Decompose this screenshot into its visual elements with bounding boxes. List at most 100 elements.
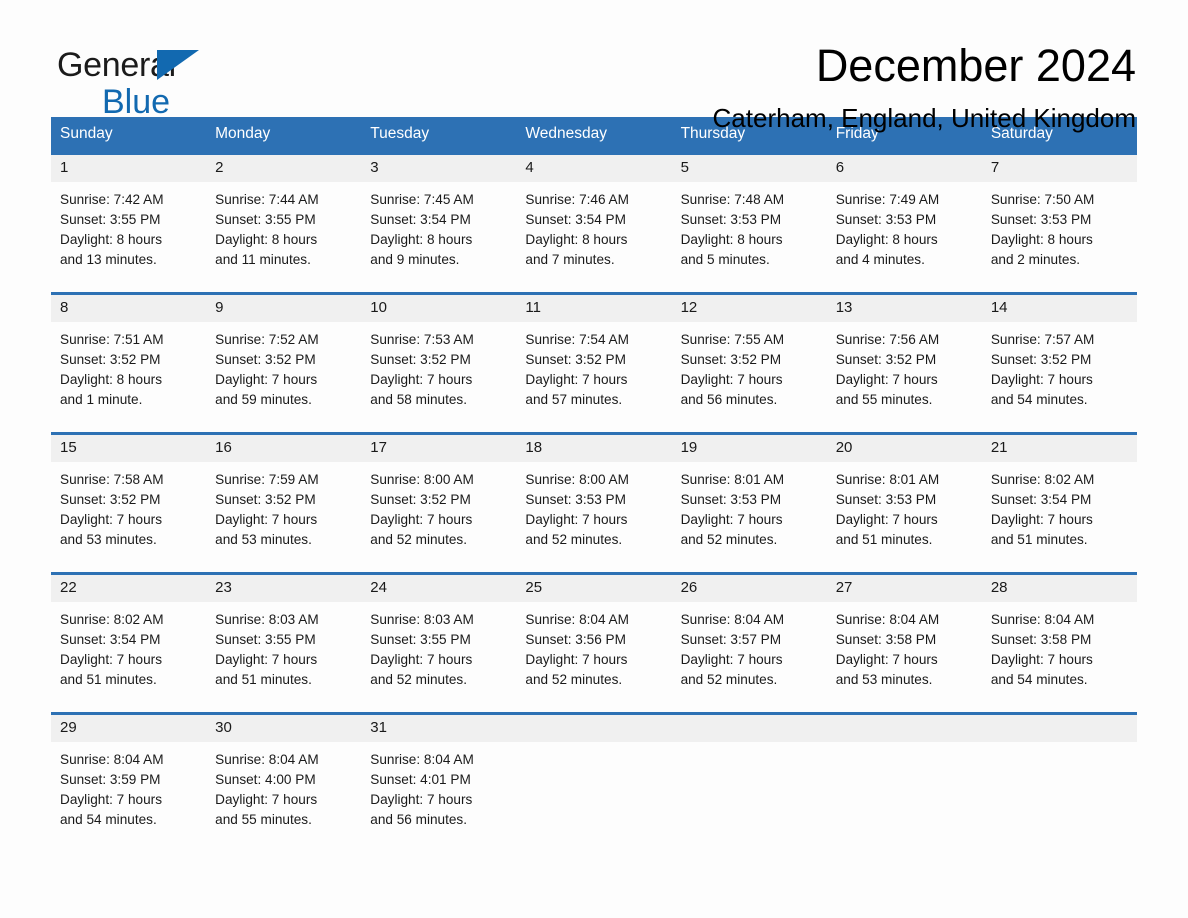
calendar-day-cell[interactable]: 13 Sunrise: 7:56 AM Sunset: 3:52 PM Dayligh… xyxy=(826,292,982,414)
calendar-day-cell[interactable]: 28 Sunrise: 8:04 AM Sunset: 3:58 PM Dayligh… xyxy=(981,572,1137,694)
calendar-day-cell[interactable]: 15 Sunrise: 7:58 AM Sunset: 3:52 PM Dayligh… xyxy=(51,432,207,554)
sunrise-text: Sunrise: 8:03 AM xyxy=(370,612,474,627)
daylight-text-line1: Daylight: 7 hours xyxy=(215,372,318,387)
sunset-text: Sunset: 3:56 PM xyxy=(525,632,626,647)
sunrise-text: Sunrise: 7:55 AM xyxy=(680,332,785,347)
sunrise-text: Sunrise: 7:45 AM xyxy=(370,192,474,207)
sunrise-sunset-calendar: Sunday Monday Tuesday Wednesday Thursday… xyxy=(51,117,1137,834)
day-number: 12 xyxy=(671,295,827,322)
sunset-text: Sunset: 3:54 PM xyxy=(525,212,626,227)
calendar-day-cell[interactable]: 27 Sunrise: 8:04 AM Sunset: 3:58 PM Dayligh… xyxy=(826,572,982,694)
daylight-text-line2: and 52 minutes. xyxy=(370,672,468,687)
day-details: Sunrise: 8:03 AM Sunset: 3:55 PM Daylight:… xyxy=(361,602,516,694)
calendar-day-cell[interactable]: 3 Sunrise: 7:45 AM Sunset: 3:54 PM Daylight… xyxy=(361,152,517,274)
sunset-text: Sunset: 3:54 PM xyxy=(60,632,161,647)
calendar-day-cell[interactable]: 20 Sunrise: 8:01 AM Sunset: 3:53 PM Dayligh… xyxy=(826,432,982,554)
sunset-text: Sunset: 3:52 PM xyxy=(680,352,782,367)
sunrise-text: Sunrise: 8:01 AM xyxy=(680,472,785,487)
calendar-day-cell-empty xyxy=(516,712,672,834)
calendar-day-cell[interactable]: 4 Sunrise: 7:46 AM Sunset: 3:54 PM Daylight… xyxy=(516,152,672,274)
general-blue-logo[interactable]: General Blue xyxy=(57,48,199,119)
day-number: 18 xyxy=(516,435,672,462)
sunset-text: Sunset: 3:52 PM xyxy=(60,492,161,507)
calendar-day-cell[interactable]: 6 Sunrise: 7:49 AM Sunset: 3:53 PM Daylight… xyxy=(826,152,982,274)
sunset-text: Sunset: 3:52 PM xyxy=(60,352,161,367)
sunrise-text: Sunrise: 8:02 AM xyxy=(60,612,164,627)
daylight-text-line1: Daylight: 7 hours xyxy=(60,792,163,807)
daylight-text-line2: and 55 minutes. xyxy=(215,812,312,827)
calendar-day-cell[interactable]: 22 Sunrise: 8:02 AM Sunset: 3:54 PM Dayligh… xyxy=(51,572,207,694)
sunrise-text: Sunrise: 7:42 AM xyxy=(60,192,164,207)
calendar-day-cell[interactable]: 10 Sunrise: 7:53 AM Sunset: 3:52 PM Dayligh… xyxy=(361,292,517,414)
calendar-day-cell[interactable]: 30 Sunrise: 8:04 AM Sunset: 4:00 PM Dayligh… xyxy=(206,712,362,834)
day-details: Sunrise: 7:50 AM Sunset: 3:53 PM Daylight:… xyxy=(982,182,1137,274)
daylight-text-line1: Daylight: 8 hours xyxy=(990,232,1093,247)
calendar-day-cell[interactable]: 25 Sunrise: 8:04 AM Sunset: 3:56 PM Dayligh… xyxy=(516,572,672,694)
week-spacer-row xyxy=(51,694,1137,714)
day-number: 28 xyxy=(981,575,1137,602)
sunrise-text: Sunrise: 7:44 AM xyxy=(215,192,319,207)
day-number: 8 xyxy=(51,295,207,322)
sunset-text: Sunset: 3:54 PM xyxy=(370,212,471,227)
day-number xyxy=(516,715,672,742)
calendar-day-cell[interactable]: 8 Sunrise: 7:51 AM Sunset: 3:52 PM Daylight… xyxy=(51,292,207,414)
calendar-day-cell[interactable]: 31 Sunrise: 8:04 AM Sunset: 4:01 PM Dayligh… xyxy=(361,712,517,834)
daylight-text-line1: Daylight: 7 hours xyxy=(835,652,938,667)
title-block: December 2024 Caterham, England, United … xyxy=(713,42,1136,134)
day-details: Sunrise: 8:04 AM Sunset: 3:58 PM Daylight:… xyxy=(827,602,982,694)
sunrise-text: Sunrise: 7:48 AM xyxy=(680,192,785,207)
calendar-day-cell[interactable]: 18 Sunrise: 8:00 AM Sunset: 3:53 PM Dayligh… xyxy=(516,432,672,554)
sunset-text: Sunset: 4:00 PM xyxy=(215,772,316,787)
day-number: 2 xyxy=(206,155,362,182)
sunrise-text: Sunrise: 8:04 AM xyxy=(680,612,785,627)
sunset-text: Sunset: 3:55 PM xyxy=(215,632,316,647)
location-subtitle: Caterham, England, United Kingdom xyxy=(712,103,1136,134)
sunrise-text: Sunrise: 8:04 AM xyxy=(990,612,1095,627)
sunset-text: Sunset: 3:53 PM xyxy=(680,212,782,227)
day-details: Sunrise: 7:53 AM Sunset: 3:52 PM Daylight:… xyxy=(361,322,516,414)
sunset-text: Sunset: 3:55 PM xyxy=(370,632,471,647)
sunrise-text: Sunrise: 7:51 AM xyxy=(60,332,164,347)
sunrise-text: Sunrise: 7:58 AM xyxy=(60,472,164,487)
calendar-body: 1 Sunrise: 7:42 AM Sunset: 3:55 PM Daylight… xyxy=(51,152,1137,834)
daylight-text-line1: Daylight: 8 hours xyxy=(525,232,628,247)
calendar-day-cell[interactable]: 19 Sunrise: 8:01 AM Sunset: 3:53 PM Dayligh… xyxy=(671,432,827,554)
day-number: 26 xyxy=(671,575,827,602)
day-number: 1 xyxy=(51,155,207,182)
daylight-text-line2: and 51 minutes. xyxy=(835,532,933,547)
sunrise-text: Sunrise: 7:56 AM xyxy=(835,332,940,347)
day-number: 3 xyxy=(361,155,517,182)
calendar-week-row: 22 Sunrise: 8:02 AM Sunset: 3:54 PM Dayligh… xyxy=(51,572,1137,694)
day-details: Sunrise: 8:04 AM Sunset: 3:58 PM Daylight:… xyxy=(982,602,1137,694)
daylight-text-line2: and 54 minutes. xyxy=(990,392,1088,407)
calendar-day-cell[interactable]: 26 Sunrise: 8:04 AM Sunset: 3:57 PM Dayligh… xyxy=(671,572,827,694)
calendar-day-cell[interactable]: 24 Sunrise: 8:03 AM Sunset: 3:55 PM Dayligh… xyxy=(361,572,517,694)
sunset-text: Sunset: 3:52 PM xyxy=(215,352,316,367)
sunset-text: Sunset: 3:55 PM xyxy=(215,212,316,227)
calendar-day-cell[interactable]: 11 Sunrise: 7:54 AM Sunset: 3:52 PM Dayligh… xyxy=(516,292,672,414)
day-details: Sunrise: 7:52 AM Sunset: 3:52 PM Daylight:… xyxy=(206,322,361,414)
calendar-day-cell[interactable]: 21 Sunrise: 8:02 AM Sunset: 3:54 PM Dayligh… xyxy=(981,432,1137,554)
daylight-text-line2: and 4 minutes. xyxy=(835,252,925,267)
daylight-text-line2: and 59 minutes. xyxy=(215,392,312,407)
calendar-day-cell[interactable]: 17 Sunrise: 8:00 AM Sunset: 3:52 PM Dayligh… xyxy=(361,432,517,554)
calendar-day-cell[interactable]: 1 Sunrise: 7:42 AM Sunset: 3:55 PM Daylight… xyxy=(51,152,207,274)
calendar-day-cell[interactable]: 2 Sunrise: 7:44 AM Sunset: 3:55 PM Daylight… xyxy=(206,152,362,274)
calendar-day-cell[interactable]: 23 Sunrise: 8:03 AM Sunset: 3:55 PM Dayligh… xyxy=(206,572,362,694)
calendar-day-cell[interactable]: 14 Sunrise: 7:57 AM Sunset: 3:52 PM Dayligh… xyxy=(981,292,1137,414)
daylight-text-line1: Daylight: 7 hours xyxy=(990,652,1093,667)
calendar-day-cell[interactable]: 16 Sunrise: 7:59 AM Sunset: 3:52 PM Dayligh… xyxy=(206,432,362,554)
calendar-day-cell[interactable]: 9 Sunrise: 7:52 AM Sunset: 3:52 PM Daylight… xyxy=(206,292,362,414)
daylight-text-line2: and 57 minutes. xyxy=(525,392,623,407)
day-number: 30 xyxy=(206,715,362,742)
day-number: 14 xyxy=(981,295,1137,322)
weekday-header-monday: Monday xyxy=(206,117,362,154)
sunrise-text: Sunrise: 7:53 AM xyxy=(370,332,474,347)
calendar-day-cell[interactable]: 5 Sunrise: 7:48 AM Sunset: 3:53 PM Daylight… xyxy=(671,152,827,274)
calendar-day-cell[interactable]: 12 Sunrise: 7:55 AM Sunset: 3:52 PM Dayligh… xyxy=(671,292,827,414)
daylight-text-line2: and 52 minutes. xyxy=(525,532,623,547)
day-details: Sunrise: 7:54 AM Sunset: 3:52 PM Daylight:… xyxy=(516,322,671,414)
calendar-week-row: 8 Sunrise: 7:51 AM Sunset: 3:52 PM Daylight… xyxy=(51,292,1137,414)
calendar-day-cell[interactable]: 29 Sunrise: 8:04 AM Sunset: 3:59 PM Dayligh… xyxy=(51,712,207,834)
calendar-day-cell[interactable]: 7 Sunrise: 7:50 AM Sunset: 3:53 PM Daylight… xyxy=(981,152,1137,274)
